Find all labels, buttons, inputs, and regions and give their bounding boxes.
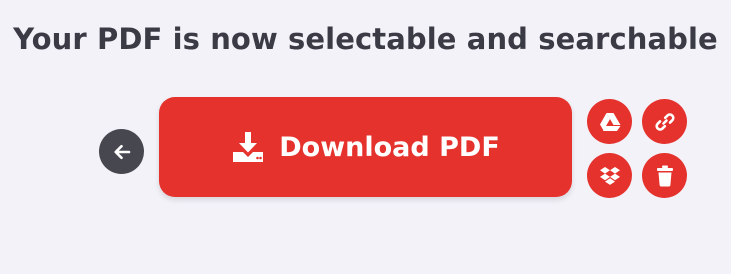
trash-icon: [656, 165, 674, 187]
delete-button[interactable]: [642, 153, 687, 198]
save-to-google-drive-button[interactable]: [587, 99, 632, 144]
link-icon: [654, 111, 676, 133]
download-pdf-label: Download PDF: [279, 131, 500, 163]
save-to-dropbox-button[interactable]: [587, 153, 632, 198]
download-icon: [231, 131, 265, 163]
download-pdf-button[interactable]: Download PDF: [159, 97, 572, 197]
google-drive-icon: [599, 112, 621, 132]
back-button[interactable]: [99, 129, 144, 174]
dropbox-icon: [599, 166, 621, 186]
copy-link-button[interactable]: [642, 99, 687, 144]
arrow-left-icon: [112, 142, 132, 162]
page-title: Your PDF is now selectable and searchabl…: [13, 22, 718, 56]
